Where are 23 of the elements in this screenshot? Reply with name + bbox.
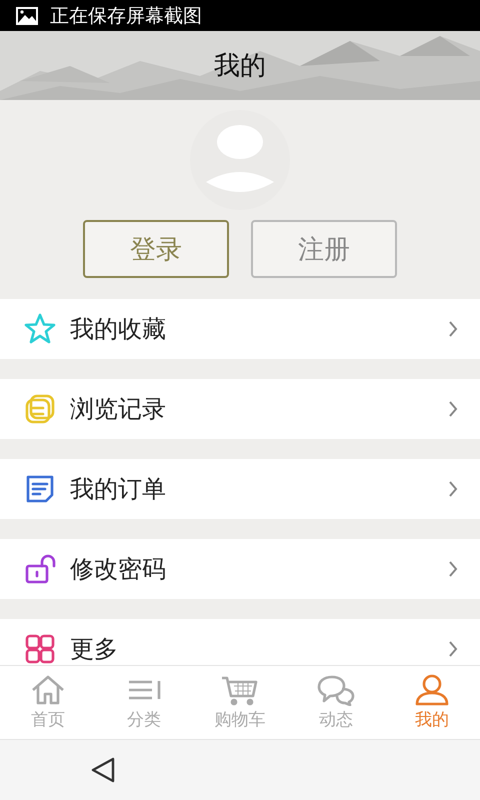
login-button[interactable]: 登录: [83, 220, 229, 278]
menu-item[interactable]: 浏览记录: [0, 379, 480, 439]
menu-item[interactable]: 修改密码: [0, 539, 480, 599]
tab[interactable]: 分类: [96, 666, 192, 739]
register-button[interactable]: 注册: [251, 220, 397, 278]
tab[interactable]: 我的: [384, 666, 480, 739]
tab[interactable]: 购物车: [192, 666, 288, 739]
tab[interactable]: 动态: [288, 666, 384, 739]
page-title: 我的: [214, 50, 266, 83]
menu-item[interactable]: 我的收藏: [0, 299, 480, 359]
chevron-icon: [448, 480, 458, 498]
back-icon[interactable]: [90, 756, 116, 784]
status-text: 正在保存屏幕截图: [50, 4, 202, 28]
menu-item[interactable]: 更多: [0, 619, 480, 665]
chevron-icon: [448, 640, 458, 658]
chevron-icon: [448, 320, 458, 338]
chat-bubbles-icon: [316, 674, 356, 706]
tab[interactable]: 首页: [0, 666, 96, 739]
image-icon: [16, 6, 38, 24]
chevron-icon: [448, 400, 458, 418]
cart-icon: [220, 674, 260, 706]
menu-item[interactable]: 我的订单: [0, 459, 480, 519]
chevron-icon: [448, 560, 458, 578]
